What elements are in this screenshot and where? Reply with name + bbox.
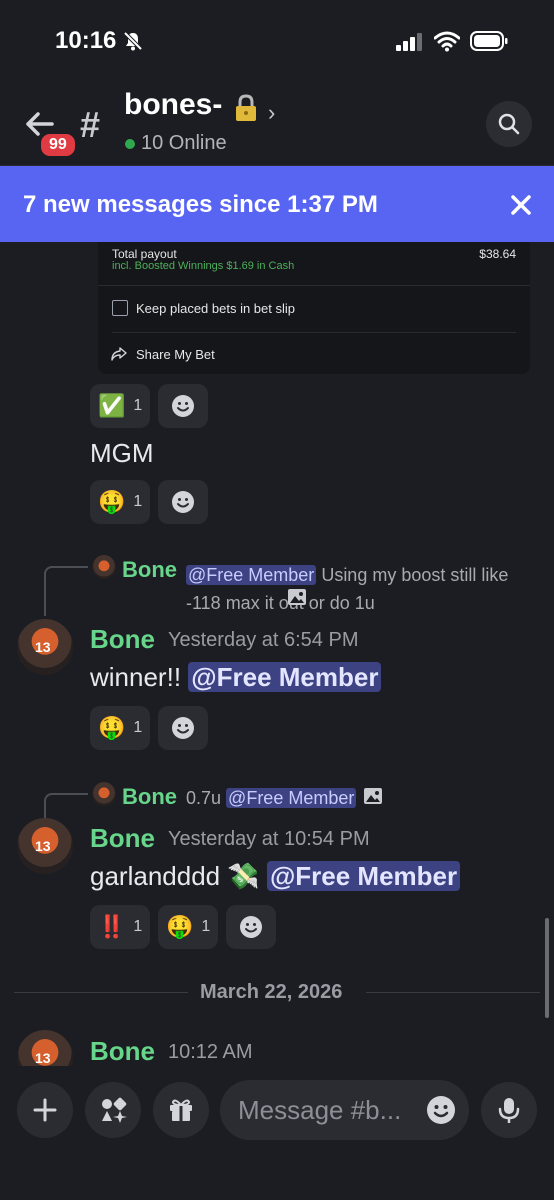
message-content: garlandddd 💸 @Free Member <box>90 861 461 892</box>
money-mouth-emoji: 🤑 <box>98 489 126 514</box>
lock-icon <box>236 94 256 121</box>
apps-button[interactable] <box>85 1082 141 1138</box>
total-payout-label: Total payout <box>112 247 177 261</box>
gift-icon <box>170 1099 192 1121</box>
chevron-right-icon[interactable]: › <box>268 100 275 126</box>
scrollbar[interactable] <box>545 918 549 1018</box>
date-divider: March 22, 2026 <box>200 981 343 1003</box>
reply-preview[interactable]: @Free Member Using my boost still like -… <box>186 561 531 617</box>
smiley-icon <box>172 491 194 513</box>
money-mouth-emoji: 🤑 <box>98 715 126 740</box>
image-icon <box>288 589 306 605</box>
reaction-chip[interactable]: ✅ 1 <box>90 384 151 428</box>
message-author[interactable]: Bone <box>90 624 155 655</box>
divider <box>98 285 530 286</box>
add-reaction-button[interactable] <box>158 384 208 428</box>
money-mouth-emoji: 🤑 <box>166 914 194 939</box>
bet-slip-embed: Total payout $38.64 incl. Boosted Winnin… <box>98 242 530 374</box>
search-button[interactable] <box>486 101 532 147</box>
divider <box>112 332 516 333</box>
channel-hash-icon: # <box>80 104 101 145</box>
reaction-chip[interactable]: ‼️ 1 <box>90 905 151 949</box>
message-input-container[interactable] <box>220 1080 469 1140</box>
reply-text: 0.7u <box>186 788 227 808</box>
avatar[interactable]: 13 <box>17 818 73 874</box>
reaction-chip[interactable]: 🤑 1 <box>90 706 151 750</box>
total-payout-amount: $38.64 <box>479 247 516 261</box>
reaction-chip[interactable]: 🤑 1 <box>90 480 151 524</box>
online-status-icon <box>125 139 135 149</box>
smiley-icon <box>172 395 194 417</box>
reaction-count: 1 <box>133 493 143 510</box>
reply-mention: @Free Member <box>226 788 357 808</box>
reply-preview[interactable]: 0.7u @Free Member <box>186 788 357 809</box>
check-mark-emoji: ✅ <box>98 393 126 418</box>
message-timestamp: Yesterday at 10:54 PM <box>168 828 370 850</box>
share-bet-label[interactable]: Share My Bet <box>136 347 215 362</box>
bell-muted-icon <box>123 31 143 51</box>
status-bar: 10:16 <box>0 0 554 84</box>
add-reaction-button[interactable] <box>226 905 276 949</box>
online-count: 10 Online <box>141 132 227 154</box>
reply-author[interactable]: Bone <box>122 557 177 583</box>
reply-connector <box>44 793 88 818</box>
emoji-picker-icon[interactable] <box>426 1095 456 1125</box>
channel-header: 99 # bones- › 10 Online <box>0 84 554 166</box>
message-composer <box>0 1066 554 1200</box>
message-timestamp: Yesterday at 6:54 PM <box>168 629 359 651</box>
smiley-icon <box>240 916 262 938</box>
avatar[interactable]: 13 <box>17 619 73 675</box>
smiley-icon <box>172 717 194 739</box>
reply-avatar <box>92 555 116 579</box>
reaction-count: 1 <box>133 918 143 935</box>
reaction-chip[interactable]: 🤑 1 <box>158 905 219 949</box>
reply-connector <box>44 566 88 616</box>
search-icon <box>498 113 520 135</box>
keep-bets-label: Keep placed bets in bet slip <box>136 301 295 316</box>
reply-avatar <box>92 782 116 806</box>
gift-button[interactable] <box>153 1082 209 1138</box>
reaction-count: 1 <box>201 918 211 935</box>
mention[interactable]: @Free Member <box>188 662 382 692</box>
message-text: winner!! <box>90 662 189 692</box>
boosted-winnings-note: incl. Boosted Winnings $1.69 in Cash <box>112 260 295 272</box>
new-messages-text: 7 new messages since 1:37 PM <box>23 191 378 218</box>
battery-icon <box>470 31 508 51</box>
message-author[interactable]: Bone <box>90 1036 155 1067</box>
channel-name[interactable]: bones- <box>124 88 222 122</box>
unread-badge: 99 <box>38 131 78 159</box>
add-reaction-button[interactable] <box>158 480 208 524</box>
date-divider-line <box>366 992 540 993</box>
status-time: 10:16 <box>55 27 117 54</box>
message-author[interactable]: Bone <box>90 823 155 854</box>
message-content: winner!! @Free Member <box>90 662 382 693</box>
new-messages-banner[interactable]: 7 new messages since 1:37 PM <box>0 166 554 242</box>
reply-mention: @Free Member <box>186 565 317 585</box>
apps-icon <box>102 1097 127 1123</box>
microphone-icon <box>498 1098 520 1123</box>
voice-message-button[interactable] <box>481 1082 537 1138</box>
add-attachment-button[interactable] <box>17 1082 73 1138</box>
message-timestamp: 10:12 AM <box>168 1041 253 1063</box>
double-exclamation-emoji: ‼️ <box>98 914 126 939</box>
wifi-icon <box>434 31 460 52</box>
message-text: MGM <box>90 438 154 468</box>
message-input[interactable] <box>238 1093 418 1127</box>
message-text: garlandddd 💸 <box>90 861 267 891</box>
image-icon <box>364 788 382 804</box>
close-icon[interactable] <box>510 194 532 216</box>
plus-icon <box>33 1098 57 1122</box>
reaction-count: 1 <box>133 397 143 414</box>
date-divider-line <box>14 992 188 993</box>
add-reaction-button[interactable] <box>158 706 208 750</box>
cellular-signal-icon <box>396 33 422 51</box>
mention[interactable]: @Free Member <box>266 861 461 891</box>
share-icon <box>111 347 127 361</box>
reaction-count: 1 <box>133 719 143 736</box>
reply-author[interactable]: Bone <box>122 784 177 810</box>
keep-bets-checkbox[interactable] <box>112 300 128 316</box>
